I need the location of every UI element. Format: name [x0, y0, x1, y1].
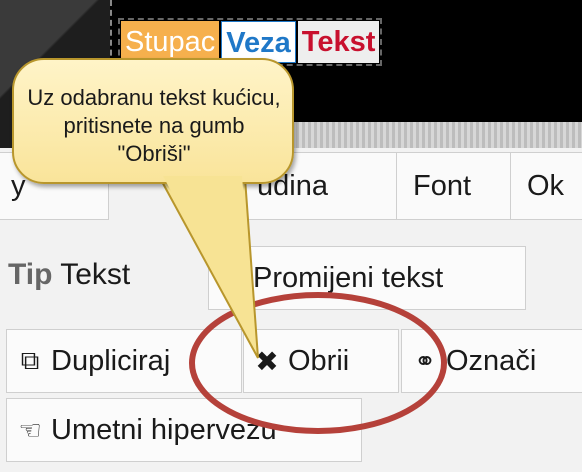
delete-label: Obrii — [288, 344, 350, 377]
change-text-label: Promijeni tekst — [253, 261, 444, 294]
duplicate-label: Dupliciraj — [51, 344, 171, 377]
tab-ok-label: Ok — [527, 169, 565, 202]
insert-hyperlink-button[interactable]: ☜ Umetni hipervezu — [6, 398, 362, 462]
tag-veza[interactable]: Veza — [221, 21, 296, 63]
tag-stupac[interactable]: Stupac — [121, 21, 220, 63]
pencil-icon: ✎ — [221, 262, 243, 293]
insert-hyperlink-label: Umetni hipervezu — [51, 413, 277, 446]
mark-button[interactable]: ⚭ Označi — [401, 329, 582, 393]
mark-label: Označi — [446, 344, 537, 377]
tab-ok[interactable]: Ok — [510, 152, 582, 220]
type-label-value: Tekst — [60, 258, 131, 291]
type-label-prefix: Tip — [8, 258, 53, 291]
close-icon: ✖ — [255, 345, 279, 377]
change-text-button[interactable]: ✎ Promijeni tekst — [208, 246, 526, 310]
hyperlink-icon: ☜ — [18, 414, 42, 445]
link-icon: ⚭ — [414, 345, 436, 376]
tab-font[interactable]: Font — [396, 152, 511, 220]
type-label: Tip Tekst — [8, 258, 130, 292]
delete-button[interactable]: ✖ Obrii — [243, 329, 399, 393]
callout-text: Uz odabranu tekst kućicu, pritisnete na … — [27, 85, 281, 166]
duplicate-icon: ⧉ — [20, 345, 40, 375]
duplicate-button[interactable]: ⧉ Dupliciraj — [6, 329, 242, 393]
tab-font-label: Font — [413, 169, 472, 202]
tag-tekst[interactable]: Tekst — [297, 21, 380, 63]
